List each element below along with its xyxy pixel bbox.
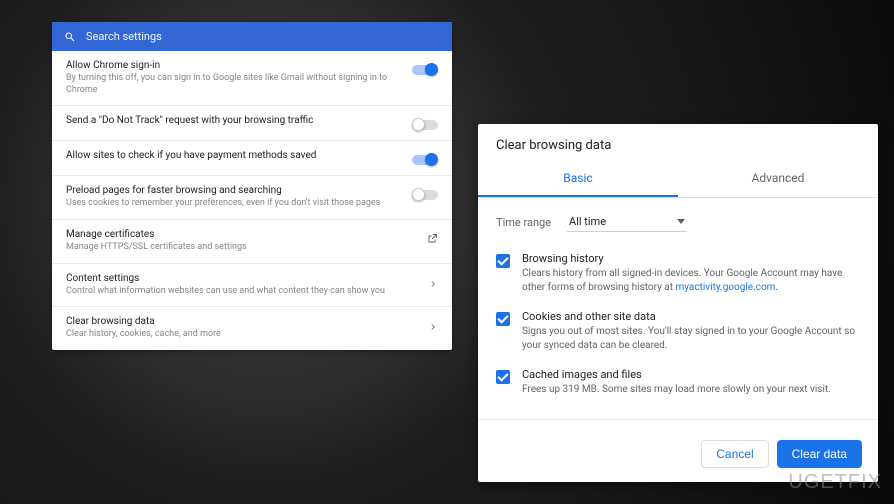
myactivity-link[interactable]: myactivity.google.com [676,282,776,293]
checkbox[interactable] [496,254,510,268]
chrome-settings-panel: Search settings Allow Chrome sign-in By … [52,22,452,350]
tab-basic[interactable]: Basic [478,161,678,197]
option-title: Cached images and files [522,368,831,381]
time-range-select[interactable]: All time [567,212,687,232]
option-title: Cookies and other site data [522,310,860,323]
external-link-icon [426,233,438,245]
cancel-button[interactable]: Cancel [701,440,768,468]
time-range-label: Time range [496,216,551,229]
option-browsing-history[interactable]: Browsing history Clears history from all… [478,240,878,298]
option-cached[interactable]: Cached images and files Frees up 319 MB.… [478,356,878,401]
setting-desc: By turning this off, you can sign in to … [66,73,400,96]
option-desc: Signs you out of most sites. You'll stay… [522,325,860,352]
setting-desc: Manage HTTPS/SSL certificates and settin… [66,242,247,254]
tab-advanced[interactable]: Advanced [678,161,878,197]
setting-manage-certificates[interactable]: Manage certificates Manage HTTPS/SSL cer… [52,220,452,264]
toggle-switch[interactable] [412,64,438,76]
watermark: UGETFIX [788,471,882,494]
option-desc: Clears history from all signed-in device… [522,267,860,294]
chevron-right-icon [428,279,438,289]
option-cookies[interactable]: Cookies and other site data Signs you ou… [478,298,878,356]
setting-do-not-track[interactable]: Send a "Do Not Track" request with your … [52,106,452,141]
setting-clear-browsing-data[interactable]: Clear browsing data Clear history, cooki… [52,307,452,350]
setting-content-settings[interactable]: Content settings Control what informatio… [52,264,452,308]
setting-title: Allow sites to check if you have payment… [66,150,316,161]
toggle-switch[interactable] [412,189,438,201]
time-range-row: Time range All time [478,198,878,240]
setting-desc: Uses cookies to remember your preference… [66,198,380,210]
toggle-switch[interactable] [412,119,438,131]
setting-preload-pages[interactable]: Preload pages for faster browsing and se… [52,176,452,220]
option-title: Browsing history [522,252,860,265]
search-bar[interactable]: Search settings [52,22,452,51]
setting-allow-chrome-signin[interactable]: Allow Chrome sign-in By turning this off… [52,51,452,106]
clear-browsing-data-dialog: Clear browsing data Basic Advanced Time … [478,124,878,482]
dialog-tabs: Basic Advanced [478,161,878,198]
toggle-switch[interactable] [412,154,438,166]
setting-title: Allow Chrome sign-in [66,60,400,71]
checkbox[interactable] [496,370,510,384]
search-placeholder: Search settings [86,30,162,43]
checkbox[interactable] [496,312,510,326]
dialog-title: Clear browsing data [478,124,878,161]
search-icon [64,31,76,43]
clear-data-button[interactable]: Clear data [777,440,862,468]
setting-title: Manage certificates [66,229,247,240]
setting-title: Preload pages for faster browsing and se… [66,185,380,196]
chevron-down-icon [677,219,685,224]
time-range-value: All time [569,215,606,228]
chevron-right-icon [428,322,438,332]
setting-title: Content settings [66,273,385,284]
setting-payment-methods[interactable]: Allow sites to check if you have payment… [52,141,452,176]
setting-title: Clear browsing data [66,316,221,327]
option-desc: Frees up 319 MB. Some sites may load mor… [522,383,831,397]
setting-desc: Clear history, cookies, cache, and more [66,329,221,341]
setting-desc: Control what information websites can us… [66,286,385,298]
setting-title: Send a "Do Not Track" request with your … [66,115,313,126]
